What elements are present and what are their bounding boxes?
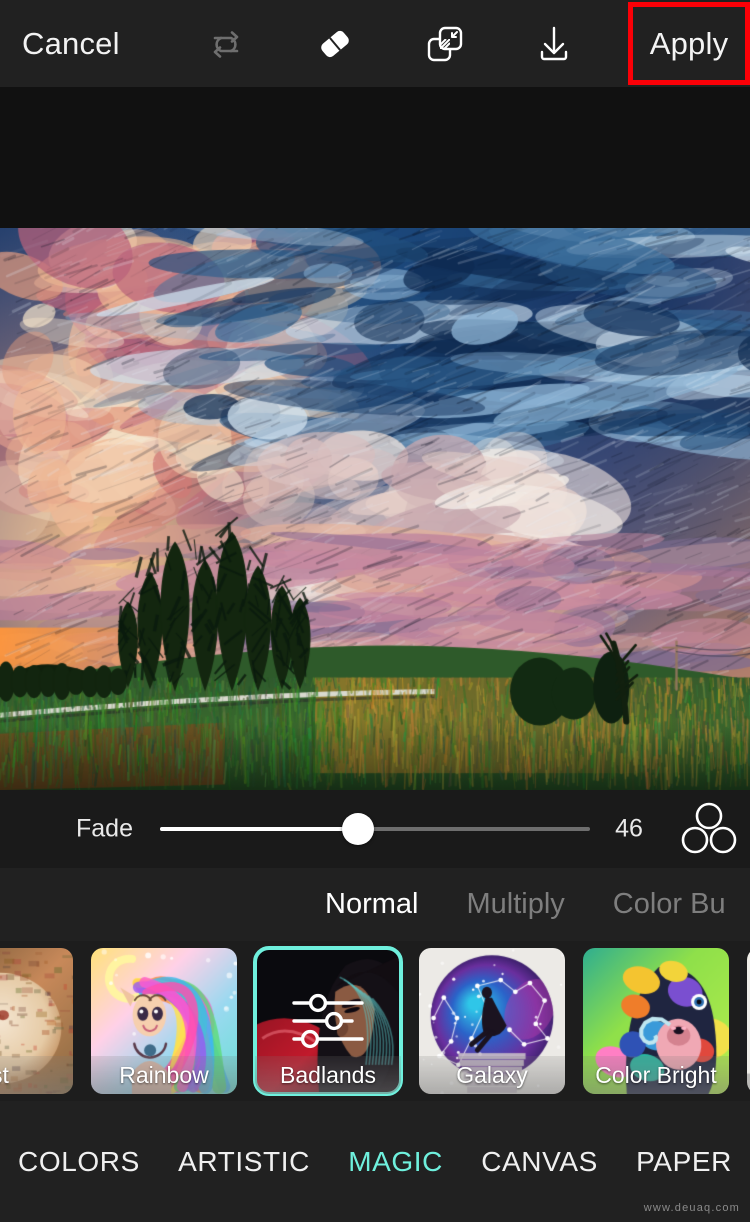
blend-mode-normal[interactable]: Normal [325,888,418,921]
filter-thumbnail-rainbow[interactable]: Rainbow [91,948,237,1094]
category-tab-canvas[interactable]: CANVAS [481,1146,598,1178]
slider-thumb[interactable] [342,813,374,845]
filter-thumbnail-label: Color Bright [583,1056,729,1094]
fade-slider-row: Fade 46 [0,790,750,868]
site-watermark: www.deuaq.com [644,1202,740,1214]
category-tab-colors[interactable]: COLORS [18,1146,140,1178]
eraser-icon[interactable] [307,16,363,72]
adjust-sliders-icon[interactable] [288,992,368,1050]
fade-slider[interactable] [160,814,590,844]
photo-editor-app: Cancel [0,0,750,1222]
filter-thumbnail-galaxy[interactable]: Galaxy [419,948,565,1094]
category-tab-magic[interactable]: MAGIC [348,1146,443,1178]
fade-label: Fade [76,815,133,844]
cancel-button[interactable]: Cancel [22,26,120,62]
filter-thumbnail-st[interactable]: st [0,948,73,1094]
three-circles-icon[interactable] [678,800,740,858]
layers-mask-icon[interactable] [417,16,473,72]
blend-mode-tabs[interactable]: NormalMultiplyColor BuScreen [0,868,750,941]
apply-button[interactable]: Apply [650,26,729,62]
blend-mode-list: NormalMultiplyColor BuScreen [325,868,750,941]
preview-canvas[interactable] [0,87,750,790]
filter-thumbnail-color-bright[interactable]: Color Bright [583,948,729,1094]
filter-thumbnail-label: st [0,1056,73,1094]
slider-fill [160,827,358,831]
category-tab-artistic[interactable]: ARTISTIC [178,1146,310,1178]
top-toolbar: Cancel [0,0,750,87]
filter-thumbnail-badlands[interactable]: Badlands [255,948,401,1094]
toolbar-icon-group [190,0,590,87]
blend-mode-multiply[interactable]: Multiply [466,888,564,921]
filter-thumbnail-strip: st Rainbow Badlands Galaxy Color Bright [0,941,750,1101]
apply-button-highlight: Apply [628,2,750,85]
download-icon[interactable] [526,16,582,72]
filter-thumbnail-label: Rainbow [91,1056,237,1094]
category-tab-bar[interactable]: COLORS ARTISTIC MAGIC CANVAS PAPER www.d… [0,1101,750,1222]
fade-value: 46 [606,815,652,844]
blend-mode-color-bu[interactable]: Color Bu [613,888,726,921]
redo-loop-icon[interactable] [198,16,254,72]
preview-image[interactable] [0,228,750,790]
filter-thumbnail-label: Badlands [255,1056,401,1094]
category-tab-paper[interactable]: PAPER [636,1146,732,1178]
filter-thumbnail-row[interactable]: st Rainbow Badlands Galaxy Color Bright [0,941,750,1101]
filter-thumbnail-label: Galaxy [419,1056,565,1094]
